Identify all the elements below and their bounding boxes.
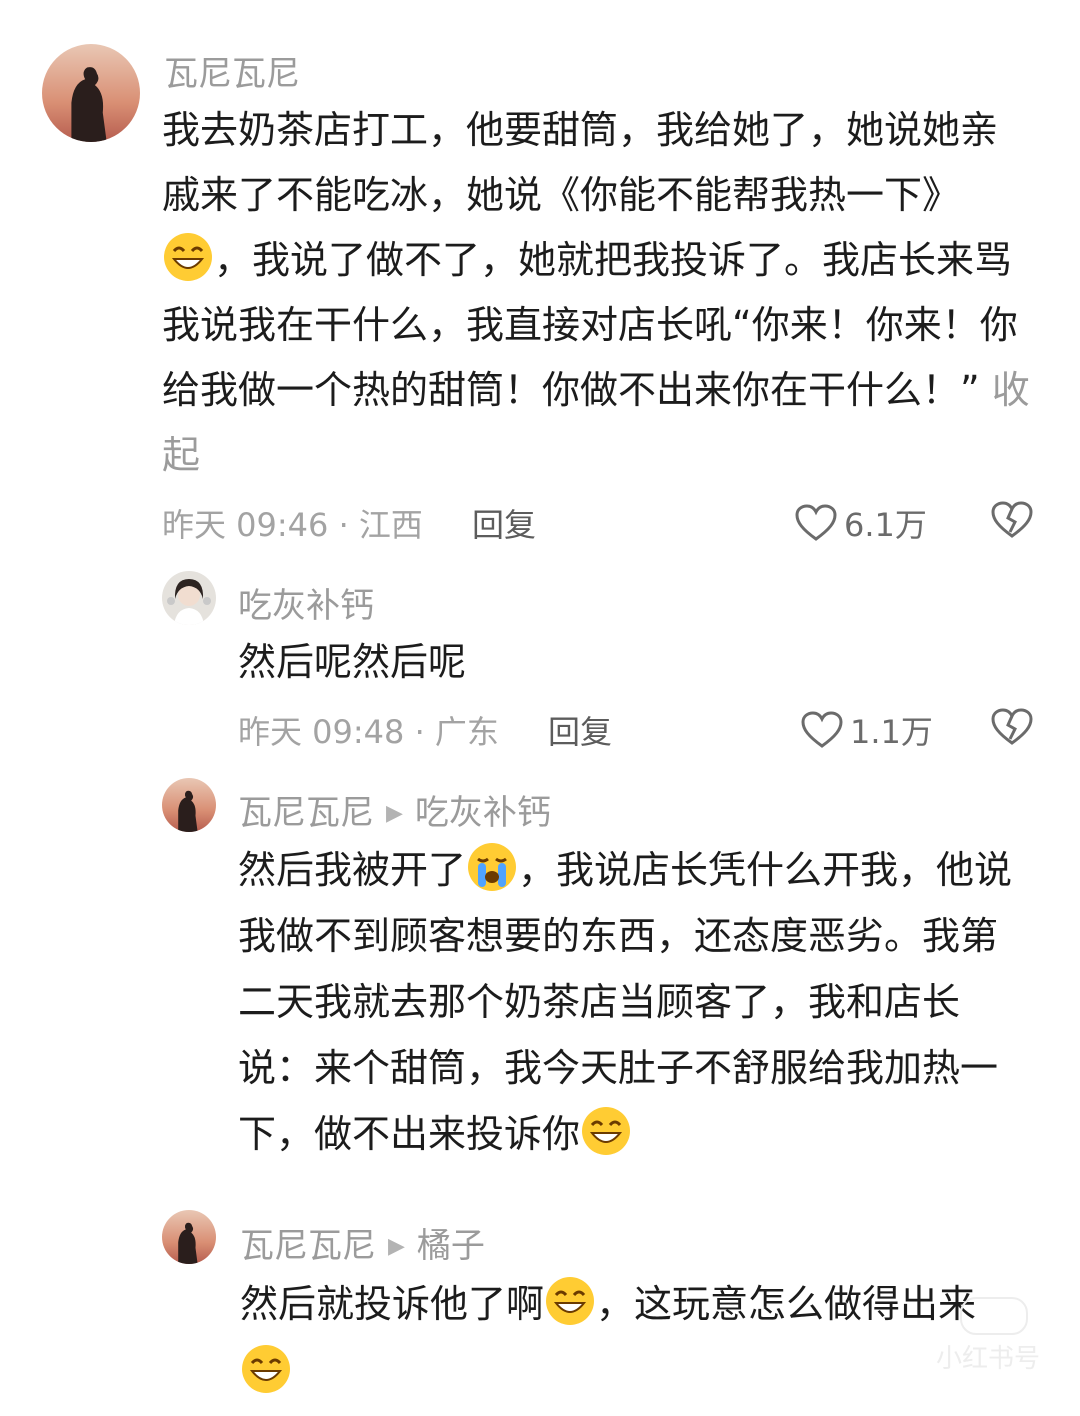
comment-text: 然后呢然后呢 <box>238 640 467 684</box>
author-name[interactable]: 吃灰补钙 <box>238 578 374 627</box>
reply-arrow-icon: ▶ <box>386 801 403 826</box>
comment-text-part: ，我说了做不了，她就把我投诉了。我店长来骂我说我在干什么，我直接对店长吼“你来！… <box>162 238 1018 412</box>
comment-text-part: ，这玩意怎么做得出来 <box>596 1282 977 1326</box>
avatar[interactable] <box>162 778 216 832</box>
reply-to-name[interactable]: 橘子 <box>417 1226 485 1266</box>
like-button[interactable]: 1.1万 <box>800 707 933 753</box>
watermark-logo <box>960 1297 1028 1335</box>
comment-text: 然后就投诉他了啊 ，这玩意怎么做得出来 <box>240 1270 1030 1406</box>
broken-heart-icon[interactable] <box>990 500 1034 540</box>
grinning-emoji <box>580 1105 632 1157</box>
comment-text-part: 然后我被开了 <box>238 848 467 892</box>
author-name-text[interactable]: 瓦尼瓦尼 <box>240 1226 376 1266</box>
broken-heart-icon[interactable] <box>990 707 1034 747</box>
reply-to-name[interactable]: 吃灰补钙 <box>415 793 551 833</box>
comment-text: 我去奶茶店打工，他要甜筒，我给她了，她说她亲戚来了不能吃冰，她说《你能不能帮我热… <box>162 98 1032 488</box>
like-button[interactable]: 6.1万 <box>794 500 927 546</box>
time-location: 昨天 09:48 · 广东 <box>238 713 499 751</box>
reply-button[interactable]: 回复 <box>472 500 536 546</box>
grinning-emoji <box>162 231 214 283</box>
watermark: 小红书号 <box>935 1344 1040 1374</box>
grinning-emoji <box>240 1343 292 1395</box>
comment-text-part: 我去奶茶店打工，他要甜筒，我给她了，她说她亲戚来了不能吃冰，她说《你能不能帮我热… <box>162 108 999 217</box>
reply-button[interactable]: 回复 <box>548 707 612 753</box>
avatar[interactable] <box>162 1210 216 1264</box>
author-name-text[interactable]: 瓦尼瓦尼 <box>238 793 374 833</box>
time-location: 昨天 09:46 · 江西 <box>162 506 423 544</box>
avatar[interactable] <box>42 44 140 142</box>
like-count: 6.1万 <box>844 506 927 544</box>
like-count: 1.1万 <box>850 713 933 751</box>
author-name: 瓦尼瓦尼 ▶ 橘子 <box>240 1218 485 1267</box>
comment-text: 然后我被开了 ，我说店长凭什么开我，他说我做不到顾客想要的东西，还态度恶劣。我第二… <box>238 837 1028 1167</box>
heart-outline-icon <box>801 711 843 748</box>
crying-emoji <box>466 841 518 893</box>
heart-outline-icon <box>795 504 837 541</box>
avatar[interactable] <box>162 571 216 625</box>
reply-arrow-icon: ▶ <box>388 1234 405 1259</box>
comment-text-part: 然后就投诉他了啊 <box>240 1282 545 1326</box>
author-name: 瓦尼瓦尼 ▶ 吃灰补钙 <box>238 785 551 834</box>
author-name[interactable]: 瓦尼瓦尼 <box>164 46 300 95</box>
grinning-emoji <box>544 1275 596 1327</box>
